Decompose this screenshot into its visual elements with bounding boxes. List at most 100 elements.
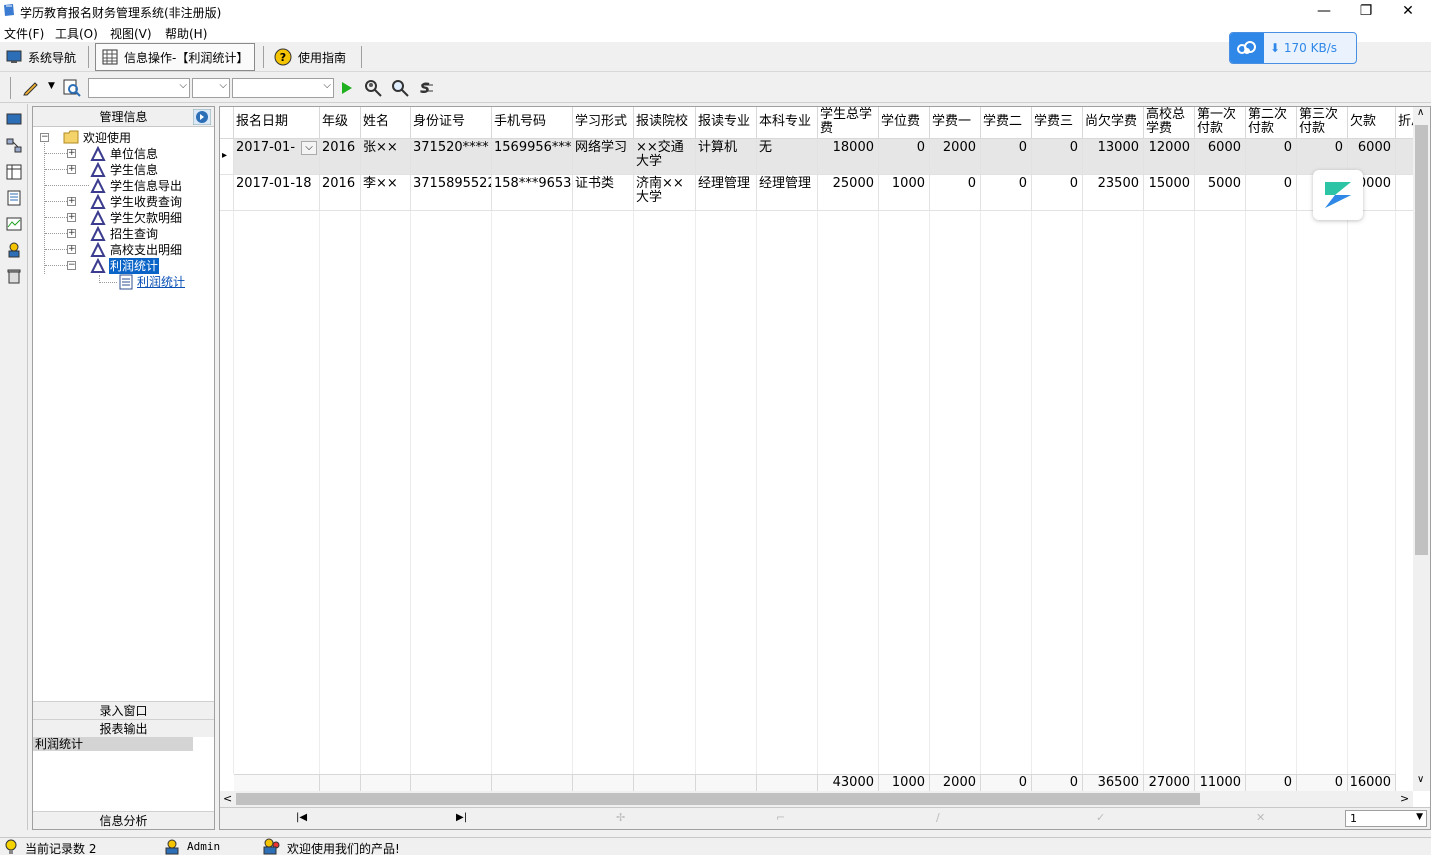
table-cell[interactable]: 18000: [818, 139, 879, 175]
first-record-icon[interactable]: |◀: [296, 812, 307, 823]
table-cell[interactable]: 2016: [320, 139, 361, 175]
tree-item-export[interactable]: 学生信息导出: [110, 178, 182, 194]
column-header[interactable]: 尚欠学费: [1083, 107, 1144, 139]
column-header[interactable]: 折总: [1396, 107, 1413, 139]
table-cell[interactable]: 经理管理: [696, 175, 757, 211]
scroll-right-icon[interactable]: >: [1400, 792, 1409, 805]
table-cell[interactable]: 23500: [1083, 175, 1144, 211]
run-icon[interactable]: [341, 81, 353, 95]
add-record-icon[interactable]: ✢: [616, 811, 625, 824]
page-select[interactable]: 1 ▼: [1345, 810, 1427, 827]
zoom-icon[interactable]: [391, 79, 409, 97]
table-cell[interactable]: 5000: [1195, 175, 1246, 211]
tree-child-profit[interactable]: 利润统计: [137, 274, 185, 290]
expander-fees[interactable]: +: [67, 197, 76, 206]
table-cell[interactable]: 12000: [1144, 139, 1195, 175]
pencil-icon[interactable]: [22, 80, 40, 96]
table-cell[interactable]: 13000: [1083, 139, 1144, 175]
chart-icon[interactable]: [6, 216, 22, 232]
table-cell[interactable]: 证书类: [573, 175, 634, 211]
tree-item-unit[interactable]: 单位信息: [110, 146, 158, 162]
table-cell[interactable]: 经理管理: [757, 175, 818, 211]
table-cell[interactable]: [1396, 139, 1413, 175]
table-cell[interactable]: 0: [1032, 175, 1083, 211]
table-cell[interactable]: 计算机: [696, 139, 757, 175]
table-cell[interactable]: 15000: [1144, 175, 1195, 211]
column-header[interactable]: 第二次付款: [1246, 107, 1297, 139]
expander-arrears[interactable]: +: [67, 213, 76, 222]
column-header[interactable]: 姓名: [361, 107, 411, 139]
expander-students[interactable]: +: [67, 165, 76, 174]
search-preview-icon[interactable]: [63, 79, 81, 97]
vertical-scroll-thumb[interactable]: [1415, 125, 1428, 555]
delete-record-icon[interactable]: ⌐: [776, 811, 785, 824]
column-header[interactable]: 学生总学费: [818, 107, 879, 139]
table-cell[interactable]: 371520****: [411, 139, 492, 175]
network-speed-widget[interactable]: ⬇ 170 KB/s: [1229, 32, 1357, 64]
column-header[interactable]: 学费三: [1032, 107, 1083, 139]
row-indicator[interactable]: [220, 175, 234, 211]
table-cell[interactable]: 网络学习: [573, 139, 634, 175]
cell-dropdown-icon[interactable]: ⌵: [301, 141, 317, 155]
column-header[interactable]: 身份证号: [411, 107, 492, 139]
scroll-left-icon[interactable]: <: [223, 792, 232, 805]
report-output-button[interactable]: 报表输出: [33, 719, 214, 737]
table-cell[interactable]: 158***9653: [492, 175, 573, 211]
table-cell[interactable]: 2017-01- ⌵: [234, 139, 320, 175]
menu-file[interactable]: 文件(F): [4, 25, 44, 42]
floating-assistant-icon[interactable]: [1313, 170, 1363, 220]
column-header[interactable]: 报名日期: [234, 107, 320, 139]
network-icon[interactable]: [6, 138, 22, 154]
vertical-scrollbar[interactable]: ∧ ∨: [1413, 107, 1430, 791]
tree-item-fees[interactable]: 学生收费查询: [110, 194, 182, 210]
root-expander[interactable]: −: [40, 133, 49, 142]
close-button[interactable]: ✕: [1385, 0, 1431, 22]
menu-tools[interactable]: 工具(O): [55, 25, 98, 42]
horizontal-scrollbar[interactable]: < >: [220, 791, 1413, 807]
expander-unit[interactable]: +: [67, 149, 76, 158]
collapse-panel-icon[interactable]: [193, 109, 211, 125]
trash-icon[interactable]: [6, 268, 22, 284]
value-select[interactable]: ⌵: [232, 78, 334, 98]
table-cell[interactable]: 2000: [930, 139, 981, 175]
column-header[interactable]: 本科专业: [757, 107, 818, 139]
table-cell[interactable]: 张××: [361, 139, 411, 175]
minimize-button[interactable]: —: [1301, 0, 1347, 22]
expander-expenses[interactable]: +: [67, 245, 76, 254]
row-indicator[interactable]: ▸: [220, 139, 234, 175]
table-cell[interactable]: 0: [981, 175, 1032, 211]
column-header[interactable]: 第一次付款: [1195, 107, 1246, 139]
table-cell[interactable]: 0: [930, 175, 981, 211]
table-cell[interactable]: 0: [981, 139, 1032, 175]
column-header[interactable]: 学费一: [930, 107, 981, 139]
find-user-icon[interactable]: [364, 79, 382, 97]
document-icon[interactable]: [6, 190, 22, 206]
table-cell[interactable]: 0: [1246, 139, 1297, 175]
scroll-up-icon[interactable]: ∧: [1417, 107, 1424, 118]
tree-item-profit[interactable]: 利润统计: [109, 258, 160, 274]
horizontal-scroll-thumb[interactable]: [236, 793, 1200, 805]
column-header[interactable]: 学费二: [981, 107, 1032, 139]
scroll-down-icon[interactable]: ∨: [1417, 774, 1424, 785]
table-cell[interactable]: 25000: [818, 175, 879, 211]
column-header[interactable]: 年级: [320, 107, 361, 139]
table-cell[interactable]: ××交通大学: [634, 139, 696, 175]
tree-item-enrollment[interactable]: 招生查询: [110, 226, 158, 242]
table-cell[interactable]: [1396, 175, 1413, 211]
table-cell[interactable]: 1000: [879, 175, 930, 211]
table-cell[interactable]: 1569956***: [492, 139, 573, 175]
column-header[interactable]: 学习形式: [573, 107, 634, 139]
post-record-icon[interactable]: ✓: [1096, 811, 1105, 824]
entry-window-button[interactable]: 录入窗口: [33, 701, 214, 719]
tree-item-expenses[interactable]: 高校支出明细: [110, 242, 182, 258]
table-cell[interactable]: 0: [1032, 139, 1083, 175]
table-cell[interactable]: 0: [879, 139, 930, 175]
column-header[interactable]: 学位费: [879, 107, 930, 139]
guide-button[interactable]: ? 使用指南: [268, 43, 352, 71]
users-icon[interactable]: [6, 242, 22, 258]
table-cell[interactable]: 无: [757, 139, 818, 175]
table-cell[interactable]: 济南××大学: [634, 175, 696, 211]
column-header[interactable]: 欠款: [1348, 107, 1396, 139]
table-cell[interactable]: 0: [1246, 175, 1297, 211]
expander-enrollment[interactable]: +: [67, 229, 76, 238]
